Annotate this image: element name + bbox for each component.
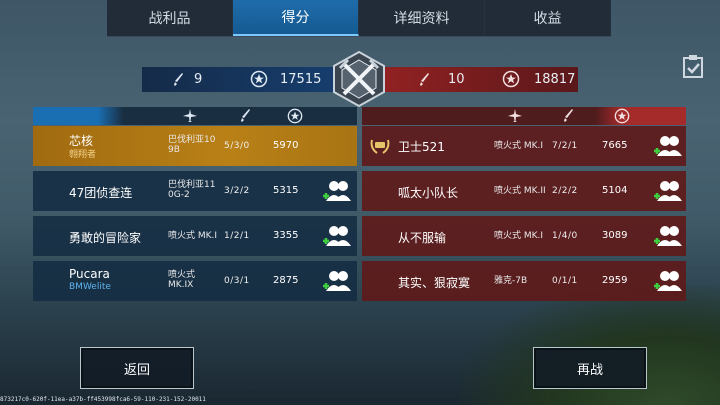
sword-icon bbox=[174, 73, 183, 86]
tab-score[interactable]: 得分 bbox=[233, 0, 359, 36]
plane-name: 雅克-7B bbox=[494, 276, 528, 286]
points: 2959 bbox=[602, 275, 628, 286]
red-player-row[interactable]: 其实、狠寂寞 雅克-7B 0/1/1 2959 bbox=[362, 261, 686, 301]
player-title: BMWelite bbox=[69, 282, 111, 292]
blue-player-row[interactable]: Pucara BMWelite 喷火式 MK.IX 0/3/1 2875 bbox=[33, 261, 357, 301]
kda: 5/3/0 bbox=[224, 141, 250, 151]
kda: 2/2/2 bbox=[552, 186, 578, 196]
clipboard-icon[interactable] bbox=[682, 54, 704, 78]
points: 5315 bbox=[273, 185, 299, 196]
sword-icon bbox=[564, 109, 573, 122]
add-friend-icon[interactable] bbox=[321, 179, 351, 205]
blue-player-row[interactable]: 勇敢的冒险家 喷火式 MK.I 1/2/1 3355 bbox=[33, 216, 357, 256]
player-name: Pucara bbox=[69, 267, 110, 281]
red-player-row[interactable]: 卫士521 喷火式 MK.I 7/2/1 7665 bbox=[362, 126, 686, 166]
points: 5970 bbox=[273, 140, 299, 151]
kda: 3/2/2 bbox=[224, 186, 250, 196]
star-badge-icon bbox=[502, 70, 520, 88]
red-team-total-score: 18817 bbox=[534, 72, 576, 87]
blue-team-header bbox=[33, 107, 357, 125]
blue-player-row[interactable]: 芯核 翱翔者 巴伐利亚10 9B 5/3/0 5970 bbox=[33, 126, 357, 166]
add-friend-icon[interactable] bbox=[652, 134, 682, 160]
rematch-button[interactable]: 再战 bbox=[533, 347, 647, 389]
add-friend-icon[interactable] bbox=[652, 269, 682, 295]
session-id: 873217c0-620f-11ea-a37b-ff453998fca6-59-… bbox=[0, 396, 206, 403]
plane-name: 喷火式 MK.IX bbox=[168, 270, 196, 290]
points: 5104 bbox=[602, 185, 628, 196]
plane-name: 巴伐利亚10 9B bbox=[168, 135, 216, 155]
plane-icon bbox=[508, 109, 522, 122]
points: 3089 bbox=[602, 230, 628, 241]
points: 7665 bbox=[602, 140, 628, 151]
player-name: 呱太小队长 bbox=[398, 186, 459, 200]
tab-details[interactable]: 详细资料 bbox=[359, 0, 485, 36]
blue-team-score-bar: 9 17515 bbox=[142, 67, 338, 92]
plane-name: 喷火式 MK.I bbox=[494, 141, 544, 151]
tab-bar: 战利品 得分 详细资料 收益 bbox=[107, 0, 611, 37]
star-badge-icon bbox=[287, 108, 303, 124]
kda: 0/3/1 bbox=[224, 276, 250, 286]
player-name: 卫士521 bbox=[398, 140, 445, 154]
red-team-header bbox=[362, 107, 686, 125]
add-friend-icon[interactable] bbox=[652, 224, 682, 250]
add-friend-icon[interactable] bbox=[652, 179, 682, 205]
star-badge-icon bbox=[250, 70, 268, 88]
red-team-score-bar: 10 18817 bbox=[382, 67, 578, 92]
red-player-row[interactable]: 呱太小队长 喷火式 MK.II 2/2/2 5104 bbox=[362, 171, 686, 211]
sword-icon bbox=[420, 73, 429, 86]
add-friend-icon[interactable] bbox=[321, 224, 351, 250]
star-badge-icon bbox=[614, 108, 630, 124]
plane-name: 喷火式 MK.I bbox=[494, 231, 544, 241]
crossed-swords-emblem-icon bbox=[333, 50, 385, 108]
kda: 7/2/1 bbox=[552, 141, 578, 151]
add-friend-icon[interactable] bbox=[321, 269, 351, 295]
plane-name: 巴伐利亚11 0G-2 bbox=[168, 180, 216, 200]
points: 2875 bbox=[273, 275, 299, 286]
player-name: 勇敢的冒险家 bbox=[69, 231, 142, 245]
kda: 1/4/0 bbox=[552, 231, 578, 241]
kda: 1/2/1 bbox=[224, 231, 250, 241]
red-team-kills: 10 bbox=[448, 72, 465, 87]
player-name: 从不服输 bbox=[398, 231, 447, 245]
player-name: 47团侦查连 bbox=[69, 186, 133, 200]
blue-player-row[interactable]: 47团侦查连 巴伐利亚11 0G-2 3/2/2 5315 bbox=[33, 171, 357, 211]
blue-team-kills: 9 bbox=[194, 72, 203, 87]
blue-team-total-score: 17515 bbox=[280, 72, 322, 87]
tab-loot[interactable]: 战利品 bbox=[107, 0, 233, 36]
player-title: 翱翔者 bbox=[69, 150, 97, 160]
player-name: 其实、狠寂寞 bbox=[398, 276, 471, 290]
back-button[interactable]: 返回 bbox=[80, 347, 194, 389]
kda: 0/1/1 bbox=[552, 276, 578, 286]
plane-icon bbox=[183, 109, 197, 122]
tab-earnings[interactable]: 收益 bbox=[485, 0, 611, 36]
points: 3355 bbox=[273, 230, 299, 241]
red-player-row[interactable]: 从不服输 喷火式 MK.I 1/4/0 3089 bbox=[362, 216, 686, 256]
laurel-medal-icon bbox=[370, 139, 390, 154]
sword-icon bbox=[241, 109, 250, 122]
plane-name: 喷火式 MK.II bbox=[494, 186, 546, 196]
plane-name: 喷火式 MK.I bbox=[168, 231, 218, 241]
